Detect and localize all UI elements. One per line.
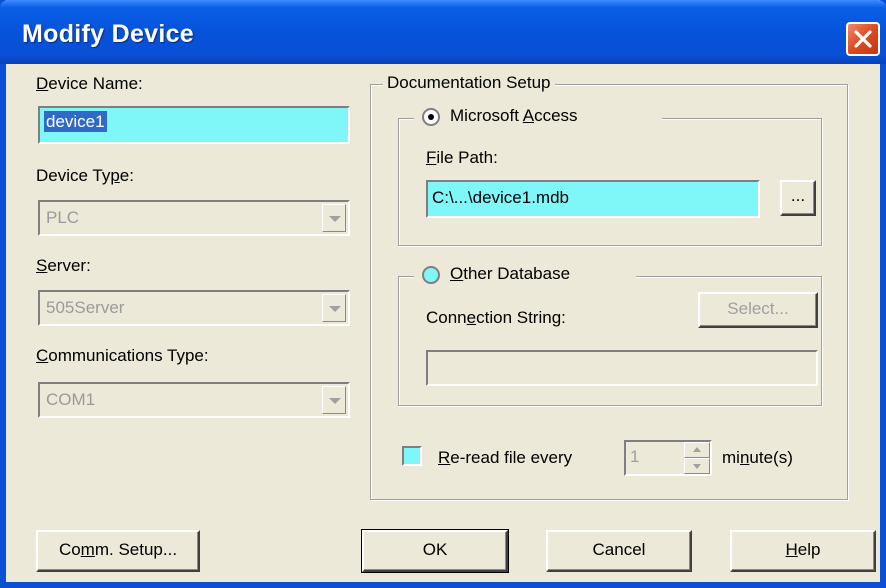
comm-setup-button[interactable]: Comm. Setup...: [36, 530, 200, 572]
connection-string-input[interactable]: [426, 350, 818, 386]
device-type-select[interactable]: PLC: [38, 200, 350, 236]
device-type-value: PLC: [46, 208, 80, 227]
window-title: Modify Device: [22, 20, 195, 48]
access-option-label: Microsoft Access: [450, 106, 578, 125]
other-database-label: Other Database: [450, 264, 571, 283]
documentation-setup-legend: Documentation Setup: [383, 73, 555, 93]
reread-interval-value: 1: [630, 447, 640, 466]
server-value: 505Server: [46, 298, 125, 317]
browse-button[interactable]: ...: [780, 180, 816, 216]
file-path-label: File Path:: [426, 148, 498, 167]
chevron-down-icon[interactable]: [322, 386, 346, 414]
select-button[interactable]: Select...: [698, 292, 818, 328]
reread-label[interactable]: Re-read file every: [438, 448, 572, 468]
modify-device-dialog: Modify Device Device Name: device1 Devic…: [0, 0, 886, 588]
reread-checkbox[interactable]: [402, 446, 422, 466]
comm-type-select[interactable]: COM1: [38, 382, 350, 418]
connection-string-label: Connection String:: [426, 308, 566, 327]
access-radio[interactable]: [422, 108, 440, 126]
close-button[interactable]: [846, 22, 880, 56]
server-select[interactable]: 505Server: [38, 290, 350, 326]
chevron-down-icon[interactable]: [322, 204, 346, 232]
file-path-input[interactable]: C:\...\device1.mdb: [426, 180, 760, 218]
close-icon: [854, 30, 872, 48]
access-option[interactable]: Microsoft Access: [414, 104, 662, 130]
other-database-option[interactable]: Other Database: [414, 262, 636, 288]
device-name-value: device1: [44, 111, 107, 132]
help-button[interactable]: Help: [730, 530, 876, 572]
comm-type-label: Communications Type:: [36, 346, 209, 365]
server-label: Server:: [36, 256, 91, 275]
comm-type-value: COM1: [46, 390, 96, 409]
reread-interval-spinner[interactable]: 1: [624, 440, 712, 476]
device-type-label: Device Type:: [36, 166, 134, 185]
file-path-value: C:\...\device1.mdb: [432, 188, 570, 207]
device-name-label: Device Name:: [36, 74, 143, 93]
spin-up-icon[interactable]: [684, 442, 710, 458]
cancel-button[interactable]: Cancel: [546, 530, 692, 572]
reread-unit-label: minute(s): [722, 448, 793, 467]
other-database-radio[interactable]: [422, 266, 440, 284]
chevron-down-icon[interactable]: [322, 294, 346, 322]
title-bar[interactable]: Modify Device: [0, 0, 886, 64]
ok-button[interactable]: OK: [361, 529, 509, 573]
device-name-input[interactable]: device1: [38, 106, 350, 144]
spin-down-icon[interactable]: [684, 458, 710, 474]
